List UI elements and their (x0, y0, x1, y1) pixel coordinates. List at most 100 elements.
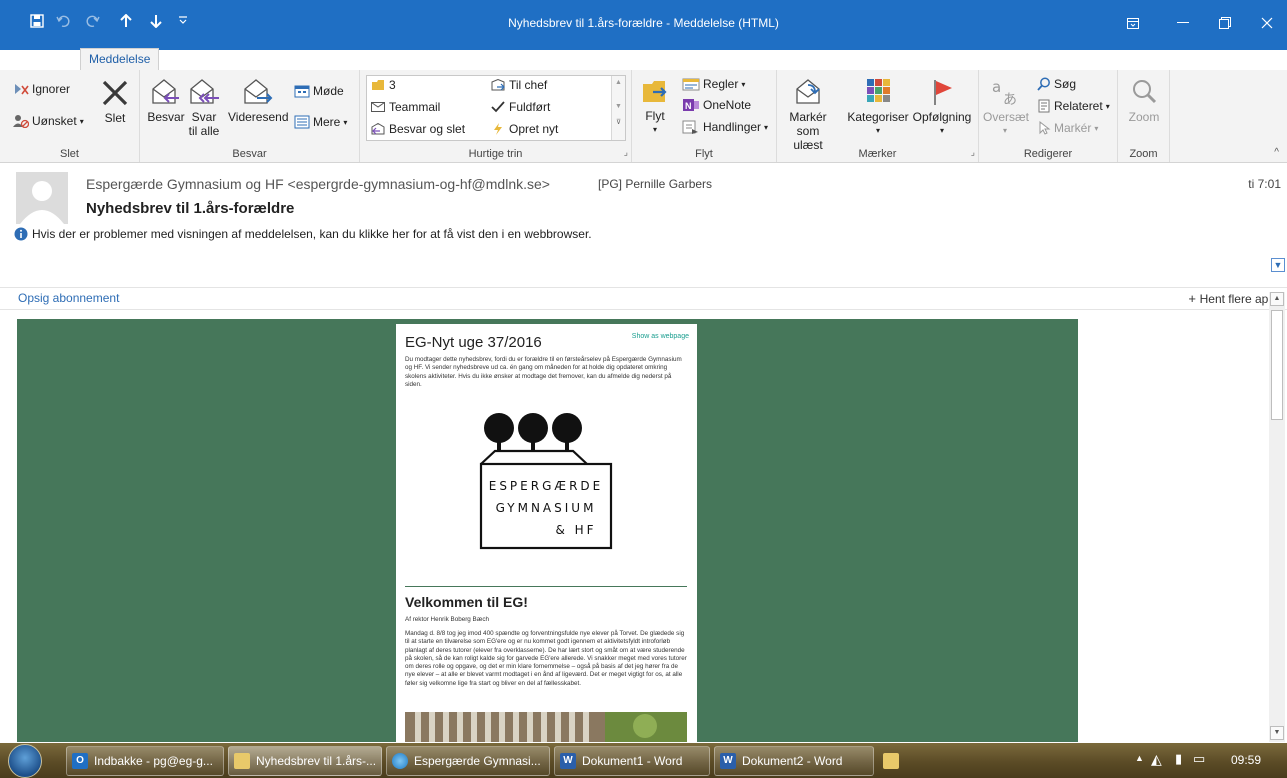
taskbar-ie-browser[interactable]: Espergærde Gymnasi... (386, 746, 550, 776)
delete-button[interactable]: Slet (95, 78, 135, 125)
tags-dialog-launcher-icon[interactable]: ⌟ (971, 147, 975, 158)
recipient[interactable]: [PG] Pernille Garbers (598, 177, 712, 191)
taskbar-word-document1[interactable]: W Dokument1 - Word (554, 746, 710, 776)
more-respond-button[interactable]: Mere ▾ (294, 115, 347, 129)
taskbar-word-document2[interactable]: W Dokument2 - Word (714, 746, 874, 776)
plus-icon: + (1188, 291, 1200, 306)
taskbar: O Indbakke - pg@eg-g... Nyhedsbrev til 1… (0, 743, 1287, 778)
meeting-button[interactable]: Møde (294, 84, 344, 98)
onenote-icon: N (683, 99, 699, 111)
group-label-move: Flyt (695, 148, 713, 160)
quick-step-team-email[interactable]: Teammail (371, 100, 440, 114)
battery-icon[interactable]: ▮ (1175, 751, 1182, 767)
group-label-delete: Slet (60, 148, 79, 160)
taskbar-newsletter-message[interactable]: Nyhedsbrev til 1.års-... (228, 746, 382, 776)
sender[interactable]: Espergærde Gymnasium og HF <espergrde-gy… (86, 176, 550, 192)
logo-line-1: ESPERGÆRDE (489, 479, 604, 493)
group-label-tags: Mærker (858, 148, 897, 160)
translate-button[interactable]: aあ Oversæt ▾ (983, 77, 1029, 138)
group-delete: Ignorer Uønsket ▾ Slet Slet (0, 70, 140, 162)
tab-file[interactable]: Filer (18, 48, 57, 70)
onenote-button[interactable]: N OneNote (682, 98, 751, 112)
scroll-up-icon[interactable]: ▲ (1270, 292, 1284, 306)
lightning-icon (494, 123, 502, 135)
lightbulb-icon (178, 52, 188, 65)
select-button[interactable]: Markér ▾ (1037, 121, 1098, 135)
taskbar-outlook-inbox[interactable]: O Indbakke - pg@eg-g... (66, 746, 224, 776)
search-icon (1037, 77, 1050, 91)
zoom-button[interactable]: Zoom (1124, 77, 1164, 124)
tell-me-label: Fortæl mig, hvad du vil gøre... (192, 51, 352, 66)
close-button[interactable] (1255, 11, 1279, 35)
collapse-ribbon-icon[interactable]: ^ (1274, 147, 1279, 158)
team-email-icon (371, 102, 385, 112)
ie-icon (392, 753, 408, 769)
reply-button[interactable]: Besvar (146, 77, 186, 124)
get-more-apps-button[interactable]: + Hent flere apps (1188, 291, 1281, 306)
section-paragraph: Mandag d. 8/8 tog jeg imod 400 spændte o… (405, 630, 687, 687)
tab-message[interactable]: Meddelelse (80, 48, 160, 70)
group-label-zoom: Zoom (1129, 148, 1158, 160)
categorize-button[interactable]: Kategoriser ▾ (843, 77, 913, 138)
unsubscribe-link[interactable]: Opsig abonnement (18, 291, 119, 305)
move-button[interactable]: Flyt ▾ (640, 76, 670, 137)
quick-step-to-manager[interactable]: Til chef (491, 78, 547, 92)
word-icon: W (560, 753, 576, 769)
flag-icon (934, 80, 952, 105)
byline: Af rektor Henrik Boberg Bæch (405, 616, 489, 623)
tell-me-search[interactable]: Fortæl mig, hvad du vil gøre... (170, 48, 359, 70)
restore-button[interactable] (1213, 11, 1237, 35)
svg-text:N: N (685, 101, 692, 111)
newsletter-photo (405, 712, 687, 742)
dialog-launcher-icon[interactable]: ⌟ (624, 147, 628, 158)
word-icon: W (720, 753, 736, 769)
group-tags: Markér som ulæst Kategoriser ▾ Opfølgnin… (777, 70, 979, 162)
quick-step-create-new[interactable]: Opret nyt (491, 122, 558, 136)
clock[interactable]: 09:59 (1231, 753, 1261, 767)
show-as-webpage-link[interactable]: Show as webpage (632, 333, 689, 340)
ribbon-display-options-icon[interactable] (1121, 11, 1145, 35)
group-label-editing: Redigerer (1023, 148, 1073, 160)
actions-button[interactable]: Handlinger ▾ (682, 120, 768, 134)
folder-move-icon (372, 80, 384, 90)
scroll-down-icon[interactable]: ▼ (1270, 726, 1284, 740)
expand-header-icon[interactable]: ▼ (1271, 258, 1285, 272)
magnifier-icon (1133, 80, 1157, 104)
info-icon (14, 227, 28, 241)
related-icon (1038, 99, 1050, 113)
logo-line-2: GYMNASIUM (496, 501, 597, 515)
actions-icon (682, 120, 698, 134)
scroll-thumb[interactable] (1271, 310, 1283, 420)
mark-unread-button[interactable]: Markér som ulæst (781, 77, 835, 152)
follow-up-button[interactable]: Opfølgning ▾ (909, 77, 975, 138)
search-button[interactable]: Søg (1037, 77, 1076, 91)
person-placeholder-icon (20, 181, 64, 224)
svg-text:あ: あ (1003, 92, 1017, 107)
svg-text:a: a (992, 78, 1001, 96)
ignore-button[interactable]: Ignorer (13, 82, 70, 96)
show-hidden-icons[interactable]: ▲ (1135, 753, 1144, 763)
network-icon[interactable]: ◭ (1151, 751, 1162, 768)
quick-step-reply-delete[interactable]: Besvar og slet (371, 122, 465, 136)
taskbar-file-explorer[interactable] (878, 746, 908, 776)
delete-x-icon (102, 80, 128, 106)
quick-steps-scroll[interactable]: ▲ ▼ ⊽ (611, 76, 625, 140)
reply-all-button[interactable]: Svar til alle (184, 77, 224, 138)
quick-step-3[interactable]: 3 (371, 78, 396, 92)
checkmark-icon (491, 101, 505, 113)
more-respond-icon (294, 115, 310, 129)
junk-button[interactable]: Uønsket ▾ (13, 114, 84, 128)
related-button[interactable]: Relateret ▾ (1037, 99, 1110, 113)
quick-step-done[interactable]: Fuldført (491, 100, 550, 114)
forward-button[interactable]: Videresend (228, 77, 289, 124)
minimize-button[interactable] (1171, 11, 1195, 35)
ribbon: Ignorer Uønsket ▾ Slet Slet Besvar Svar t… (0, 70, 1287, 163)
addin-bar (0, 287, 1287, 310)
group-move: Flyt ▾ Regler ▾ N OneNote Handlinger ▾ Fly… (632, 70, 777, 162)
info-bar[interactable]: Hvis der er problemer med visningen af m… (14, 227, 592, 241)
start-button[interactable] (8, 744, 42, 778)
rules-button[interactable]: Regler ▾ (682, 77, 745, 91)
cursor-icon (1039, 121, 1051, 135)
notification-icon[interactable]: ▭ (1193, 751, 1205, 767)
message-scrollbar[interactable]: ▲ ▼ (1269, 292, 1285, 742)
